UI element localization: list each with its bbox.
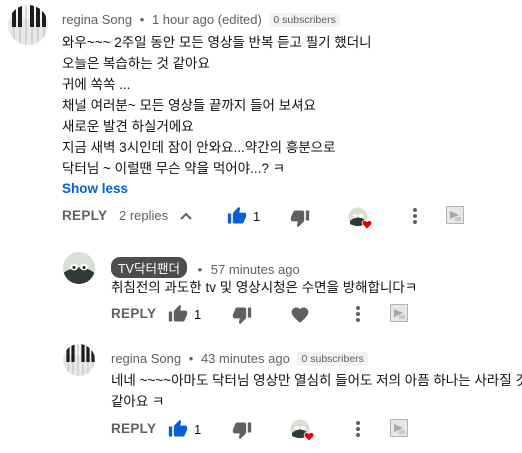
comment-line: 채널 여러분~ 모든 영상들 끝까지 들어 보셔요 bbox=[62, 98, 316, 113]
comment-line: 닥터님 ~ 이럴땐 무슨 약을 먹어야...? ㅋ bbox=[62, 161, 286, 176]
reply-button[interactable]: REPLY bbox=[111, 421, 156, 436]
show-less-link[interactable]: Show less bbox=[62, 181, 128, 196]
like-button[interactable] bbox=[227, 206, 247, 226]
channel-owner-badge[interactable]: TV닥터팬더 bbox=[111, 257, 187, 278]
timestamp[interactable]: 1 hour ago (edited) bbox=[152, 12, 262, 27]
piano-keys-avatar-icon bbox=[63, 344, 95, 376]
comment-header: regina Song • 1 hour ago (edited) 0 subs… bbox=[62, 12, 340, 27]
separator-dot: • bbox=[139, 12, 145, 27]
like-count: 1 bbox=[194, 422, 202, 437]
vertical-dots-icon bbox=[413, 208, 417, 224]
translate-extension-button[interactable] bbox=[446, 206, 464, 224]
thumbs-up-icon bbox=[168, 419, 188, 437]
separator-dot: • bbox=[197, 262, 203, 277]
avatar[interactable] bbox=[63, 252, 95, 284]
comment-text: 와우~~~ 2주일 동안 모든 영상들 반복 듣고 필기 했더니 오늘은 복습하… bbox=[62, 32, 372, 179]
heart-button[interactable] bbox=[290, 305, 310, 325]
translate-extension-icon bbox=[390, 304, 408, 322]
reply-button[interactable]: REPLY bbox=[111, 306, 156, 321]
creator-avatar-heart-icon bbox=[290, 419, 315, 442]
thumbs-down-icon bbox=[232, 422, 252, 440]
reply-header: regina Song • 43 minutes ago 0 subscribe… bbox=[111, 351, 368, 366]
thumbs-down-icon bbox=[232, 307, 252, 325]
thumbs-up-icon bbox=[168, 304, 188, 322]
comment-line: 오늘은 복습하는 것 같아요 bbox=[62, 56, 210, 71]
reply-header: TV닥터팬더 • 57 minutes ago bbox=[111, 257, 300, 278]
comment-line: 와우~~~ 2주일 동안 모든 영상들 반복 듣고 필기 했더니 bbox=[62, 35, 372, 50]
piano-keys-avatar-icon bbox=[8, 5, 48, 45]
translate-extension-button[interactable] bbox=[390, 419, 408, 437]
translate-extension-button[interactable] bbox=[390, 304, 408, 322]
thumbs-down-icon bbox=[290, 210, 310, 228]
vertical-dots-icon bbox=[356, 421, 360, 437]
panda-avatar-icon bbox=[63, 252, 95, 284]
like-count: 1 bbox=[253, 209, 261, 224]
author-name[interactable]: regina Song bbox=[62, 12, 132, 27]
separator-dot: • bbox=[188, 351, 194, 366]
thumbs-up-icon bbox=[227, 206, 247, 224]
creator-heart-badge bbox=[348, 207, 374, 231]
reply-line: 취침전의 과도한 tv 및 영상시청은 수면을 방해합니다ㅋ bbox=[111, 280, 418, 295]
replies-count-label: 2 replies bbox=[119, 208, 169, 223]
view-replies-toggle[interactable]: 2 replies bbox=[119, 208, 192, 223]
heart-icon bbox=[291, 307, 309, 323]
comment-line: 지금 새벽 3시인데 잠이 안와요...약간의 흥분으로 bbox=[62, 140, 336, 155]
creator-heart-badge bbox=[290, 419, 316, 443]
like-button[interactable] bbox=[168, 304, 188, 324]
avatar[interactable] bbox=[63, 344, 95, 376]
timestamp[interactable]: 57 minutes ago bbox=[211, 262, 300, 277]
reply-line: 네네 ~~~~아마도 닥터님 영상만 열심히 들어도 저의 아픔 하나는 사라질… bbox=[111, 373, 522, 388]
reply-button[interactable]: REPLY bbox=[62, 208, 107, 223]
more-actions-button[interactable] bbox=[352, 304, 364, 324]
more-actions-button[interactable] bbox=[352, 419, 364, 439]
like-button[interactable] bbox=[168, 419, 188, 439]
chevron-up-icon bbox=[180, 212, 192, 220]
reply-text: 네네 ~~~~아마도 닥터님 영상만 열심히 들어도 저의 아픔 하나는 사라질… bbox=[111, 370, 522, 412]
dislike-button[interactable] bbox=[290, 208, 310, 228]
translate-extension-icon bbox=[390, 419, 408, 437]
subscriber-badge: 0 subscribers bbox=[297, 352, 368, 366]
dislike-button[interactable] bbox=[232, 420, 252, 440]
subscriber-badge: 0 subscribers bbox=[269, 13, 340, 27]
avatar[interactable] bbox=[8, 5, 48, 45]
dislike-button[interactable] bbox=[232, 305, 252, 325]
more-actions-button[interactable] bbox=[409, 206, 421, 226]
comment-line: 귀에 쏙쏙 ... bbox=[62, 77, 131, 92]
reply-line: 같아요 ㅋ bbox=[111, 394, 165, 409]
translate-extension-icon bbox=[446, 206, 464, 224]
vertical-dots-icon bbox=[356, 306, 360, 322]
reply-text: 취침전의 과도한 tv 및 영상시청은 수면을 방해합니다ㅋ bbox=[111, 277, 417, 298]
creator-avatar-heart-icon bbox=[348, 207, 373, 230]
author-name[interactable]: regina Song bbox=[111, 351, 181, 366]
comment-line: 새로운 발견 하실거에요 bbox=[62, 119, 194, 134]
like-count: 1 bbox=[194, 307, 202, 322]
timestamp[interactable]: 43 minutes ago bbox=[201, 351, 290, 366]
